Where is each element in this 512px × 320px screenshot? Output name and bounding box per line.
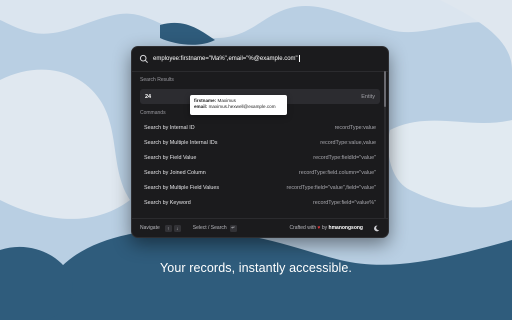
search-results-label: Search Results [140,77,174,83]
scrollbar[interactable] [384,71,386,219]
command-name: Search by Internal ID [144,125,195,131]
result-tooltip: firstname: Maximus email: maximus.hexwel… [190,95,287,115]
search-input[interactable]: employee:firstname="Ma%",email="%@exampl… [153,55,300,63]
tooltip-firstname-key: firstname: [194,98,217,103]
command-name: Search by Joined Column [144,170,206,176]
enter-key: ↵ [229,224,237,232]
tooltip-email-key: email: [194,104,208,109]
command-name: Search by Multiple Internal IDs [144,140,218,146]
author-link[interactable]: hmanongsong [329,225,363,231]
tooltip-firstname-value: Maximus [217,98,236,103]
command-name: Search by Field Value [144,155,197,161]
heart-icon: ♥ [317,225,321,231]
result-type: Entity [361,93,375,100]
command-hint: recordType:value,value [320,140,376,146]
command-item[interactable]: Search by Keyword recordType:field="valu… [140,196,380,210]
result-value: 24 [145,93,152,100]
tooltip-email-row: email: maximus.hexwell@example.com [194,104,283,110]
command-item[interactable]: Search by Internal ID recordType:value [140,121,380,135]
command-hint: recordType:field="value",field="value" [286,185,376,191]
search-icon [139,54,149,64]
credits: Crafted with ♥ by hmanongsong [289,225,363,231]
crafted-by: by [321,225,328,231]
navigate-label: Navigate [140,225,160,231]
text-caret [298,55,300,63]
command-item[interactable]: Search by Multiple Field Values recordTy… [140,181,380,195]
command-hint: recordType:fieldId="value" [313,155,376,161]
tagline: Your records, instantly accessible. [159,261,353,275]
scrollbar-thumb[interactable] [384,71,386,107]
crafted-prefix: Crafted with [289,225,317,231]
arrow-up-key: ↑ [164,224,172,232]
command-palette: employee:firstname="Ma%",email="%@exampl… [131,46,389,238]
command-item[interactable]: Search by Joined Column recordType:field… [140,166,380,180]
select-label: Select / Search [192,225,227,231]
select-hint: Select / Search ↵ [192,224,237,232]
footer-bar: Navigate ↑ ↓ Select / Search ↵ Crafted w… [132,218,388,237]
command-hint: recordType:value [334,125,376,131]
command-name: Search by Multiple Field Values [144,185,220,191]
tooltip-email-value: maximus.hexwell@example.com [208,104,276,109]
navigate-hint: Navigate ↑ ↓ [140,224,181,232]
command-name: Search by Keyword [144,200,191,206]
command-item[interactable]: Search by Multiple Internal IDs recordTy… [140,136,380,150]
search-bar[interactable]: employee:firstname="Ma%",email="%@exampl… [132,47,388,72]
arrow-down-key: ↓ [173,224,181,232]
commands-label: Commands [140,110,166,116]
command-hint: recordType:field="value%" [312,200,376,206]
command-item[interactable]: Search by Field Value recordType:fieldId… [140,151,380,165]
moon-icon[interactable] [373,225,380,232]
command-hint: recordType:field.column="value" [298,170,376,176]
